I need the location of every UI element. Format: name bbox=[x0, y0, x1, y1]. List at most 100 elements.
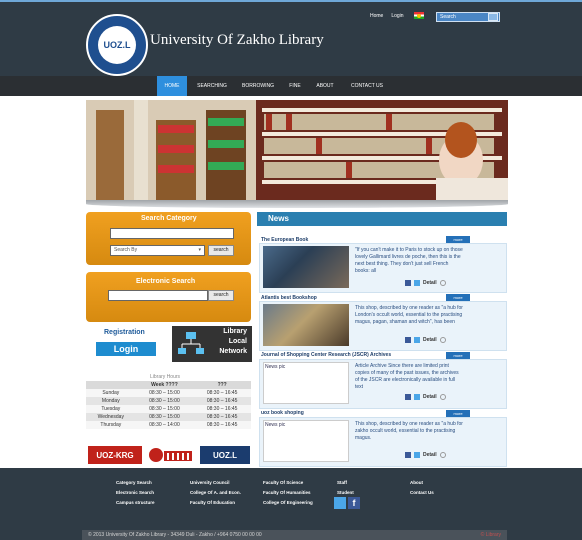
twitter-icon[interactable] bbox=[414, 452, 420, 458]
kurdistan-flag-icon[interactable] bbox=[414, 12, 424, 19]
library-hours-table: Week ???? ??? Sunday 08:30 – 15:00 08:30… bbox=[86, 381, 251, 429]
article-image[interactable]: News pic bbox=[263, 362, 349, 404]
article-actions: Detail bbox=[405, 394, 446, 400]
uoz-krg-logo[interactable]: UOZ-KRG bbox=[88, 446, 142, 464]
day-cell: Monday bbox=[86, 397, 136, 405]
copyright-text: © 2013 University Of Zakho Library - 343… bbox=[88, 532, 262, 538]
electronic-search-panel: Electronic Search search bbox=[86, 272, 251, 322]
time-cell: 08:30 – 16:45 bbox=[193, 389, 251, 397]
footer-link[interactable]: Faculty Of Education bbox=[190, 500, 235, 505]
time-cell: 08:30 – 15:00 bbox=[135, 413, 194, 421]
twitter-icon[interactable] bbox=[414, 280, 420, 286]
library-local-network-button[interactable]: Library Local Network bbox=[172, 326, 252, 362]
footer-link[interactable]: College Of Engineering bbox=[263, 500, 313, 505]
search-category-button[interactable]: search bbox=[208, 245, 234, 256]
image-alt-text: News pic bbox=[265, 422, 286, 428]
detail-link[interactable]: Detail bbox=[423, 280, 437, 286]
article-image[interactable] bbox=[263, 246, 349, 288]
article-image[interactable]: News pic bbox=[263, 420, 349, 462]
footer-link[interactable]: Faculty Of Humanities bbox=[263, 490, 311, 495]
plus-icon[interactable] bbox=[439, 452, 446, 458]
hours-header: Week ???? bbox=[135, 381, 194, 389]
facebook-icon[interactable] bbox=[405, 280, 411, 286]
footer-link[interactable]: Electronic Search bbox=[116, 490, 154, 495]
plus-icon[interactable] bbox=[439, 337, 446, 343]
footer-link[interactable]: Contact Us bbox=[410, 490, 434, 495]
top-links: Home Login bbox=[370, 13, 404, 19]
day-cell: Sunday bbox=[86, 389, 136, 397]
detail-link[interactable]: Detail bbox=[423, 452, 437, 458]
plus-icon[interactable] bbox=[439, 280, 446, 286]
table-row: Thursday 08:30 – 14:00 08:30 – 16:45 bbox=[86, 421, 251, 429]
facebook-icon[interactable] bbox=[405, 337, 411, 343]
detail-link[interactable]: Detail bbox=[423, 394, 437, 400]
day-cell: Wednesday bbox=[86, 413, 136, 421]
twitter-icon[interactable] bbox=[414, 337, 420, 343]
logo-text: UOZ.L bbox=[98, 26, 136, 64]
article-actions: Detail bbox=[405, 280, 446, 286]
nav-searching[interactable]: SEARCHING bbox=[192, 76, 232, 96]
registration-link[interactable]: Registration bbox=[104, 329, 145, 336]
footer-link[interactable]: Campus structure bbox=[116, 500, 155, 505]
nav-about[interactable]: ABOUT bbox=[312, 76, 338, 96]
article-actions: Detail bbox=[405, 337, 446, 343]
footer-link[interactable]: About bbox=[410, 480, 423, 485]
search-category-title: Search Category bbox=[141, 215, 197, 222]
university-logo[interactable]: UOZ.L bbox=[86, 14, 148, 76]
hours-header bbox=[86, 381, 136, 389]
login-button[interactable]: Login bbox=[96, 342, 156, 356]
table-row: Sunday 08:30 – 15:00 08:30 – 16:45 bbox=[86, 389, 251, 397]
site-title: University Of Zakho Library bbox=[150, 32, 324, 48]
facebook-icon[interactable]: f bbox=[348, 497, 360, 509]
hours-title: Library Hours bbox=[150, 374, 181, 380]
article-title[interactable]: Journal of Shopping Center Research (JSC… bbox=[261, 352, 391, 358]
article-text: "If you can't make it to Paris to stock … bbox=[355, 247, 463, 274]
article-actions: Detail bbox=[405, 452, 446, 458]
news-title: News bbox=[268, 214, 289, 223]
day-cell: Thursday bbox=[86, 421, 136, 429]
news-header bbox=[257, 212, 507, 226]
article-title[interactable]: uoz book shoping bbox=[261, 410, 304, 416]
article-image[interactable] bbox=[263, 304, 349, 346]
copyright-bar: © 2013 University Of Zakho Library - 343… bbox=[82, 530, 507, 540]
lln-line1: Library bbox=[223, 328, 247, 335]
facebook-icon[interactable] bbox=[405, 394, 411, 400]
search-category-input[interactable] bbox=[110, 228, 234, 239]
time-cell: 08:30 – 16:45 bbox=[193, 421, 251, 429]
university-building-logo[interactable] bbox=[146, 446, 196, 464]
footer-link[interactable]: Category Search bbox=[116, 480, 152, 485]
table-row: Wednesday 08:30 – 15:00 08:30 – 16:45 bbox=[86, 413, 251, 421]
footer-link[interactable]: Staff bbox=[337, 480, 347, 485]
nav-borrowing[interactable]: BORROWING bbox=[238, 76, 278, 96]
footer-link[interactable]: Faculty Of Science bbox=[263, 480, 303, 485]
time-cell: 08:30 – 15:00 bbox=[135, 397, 194, 405]
electronic-search-button[interactable]: search bbox=[208, 290, 234, 301]
hours-header: ??? bbox=[193, 381, 251, 389]
footer-link[interactable]: University Council bbox=[190, 480, 230, 485]
uoz-l-logo[interactable]: UOZ.L bbox=[200, 446, 250, 464]
plus-icon[interactable] bbox=[439, 394, 446, 400]
footer-link[interactable]: College Of A. and Econ. bbox=[190, 490, 241, 495]
electronic-search-title: Electronic Search bbox=[136, 278, 196, 285]
nav-contact[interactable]: CONTACT US bbox=[344, 76, 390, 96]
detail-link[interactable]: Detail bbox=[423, 337, 437, 343]
search-category-panel: Search Category Search By ▾ search bbox=[86, 212, 251, 265]
search-by-select[interactable]: Search By ▾ bbox=[110, 245, 205, 256]
header-search-button[interactable] bbox=[488, 13, 498, 21]
twitter-icon[interactable] bbox=[334, 497, 346, 509]
copyright-right: © Library bbox=[480, 532, 501, 538]
facebook-icon[interactable] bbox=[405, 452, 411, 458]
article-text: Article Archive Since there are limited … bbox=[355, 363, 459, 390]
twitter-icon[interactable] bbox=[414, 394, 420, 400]
electronic-search-input[interactable] bbox=[108, 290, 208, 301]
nav-fine[interactable]: FINE bbox=[284, 76, 306, 96]
footer-link[interactable]: Student bbox=[337, 490, 354, 495]
nav-home[interactable]: HOME bbox=[157, 76, 187, 96]
home-link[interactable]: Home bbox=[370, 13, 383, 19]
lln-line3: Network bbox=[219, 348, 247, 355]
login-link[interactable]: Login bbox=[391, 13, 403, 19]
library-banner-image bbox=[86, 100, 508, 200]
banner-illustration bbox=[86, 100, 508, 200]
table-row: Monday 08:30 – 15:00 08:30 – 16:45 bbox=[86, 397, 251, 405]
time-cell: 08:30 – 16:45 bbox=[193, 413, 251, 421]
